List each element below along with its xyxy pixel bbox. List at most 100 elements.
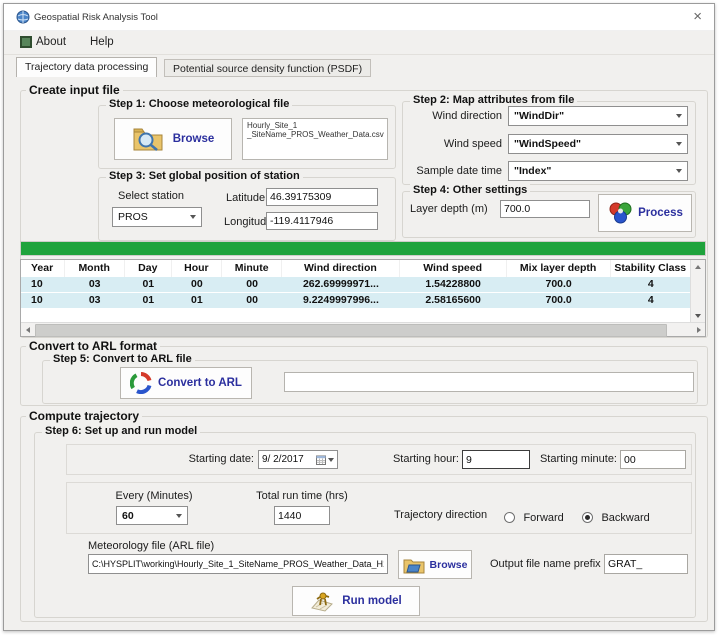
menu-help[interactable]: Help [90, 36, 114, 48]
table-row[interactable]: 10030101009.2249997996...2.58165600700.0… [21, 293, 691, 309]
scroll-right-button[interactable] [692, 323, 705, 336]
step4-title: Step 4: Other settings [410, 184, 530, 196]
weather-data-table: YearMonthDayHourMinuteWind directionWind… [20, 259, 706, 337]
horizontal-scroll-thumb[interactable] [35, 324, 667, 337]
browse-arl-button[interactable]: Browse [398, 550, 472, 579]
step5-title: Step 5: Convert to ARL file [50, 353, 195, 365]
column-header[interactable]: Wind direction [282, 260, 399, 277]
total-run-time-field[interactable] [274, 506, 330, 525]
column-header[interactable]: Mix layer depth [507, 260, 611, 277]
starting-hour-label: Starting hour: [374, 453, 459, 465]
table-cell: 700.0 [507, 293, 611, 308]
run-model-button[interactable]: Run model [292, 586, 420, 616]
app-window: Geospatial Risk Analysis Tool × About He… [3, 3, 715, 631]
column-header[interactable]: Year [21, 260, 65, 277]
menu-divider [4, 54, 714, 55]
station-select-value: PROS [118, 211, 190, 223]
starting-minute-field[interactable] [620, 450, 686, 469]
met-file-line1: Hourly_Site_1 [247, 121, 383, 130]
wind-speed-value: "WindSpeed" [514, 138, 676, 150]
table-progress-bar [20, 241, 706, 256]
table-cell: 4 [611, 277, 691, 292]
table-cell: 01 [172, 293, 222, 308]
column-header[interactable]: Hour [172, 260, 222, 277]
table-row[interactable]: 1003010000262.69999971...1.54228800700.0… [21, 277, 691, 293]
column-header[interactable]: Wind speed [400, 260, 507, 277]
tab-psdf[interactable]: Potential source density function (PSDF) [164, 59, 371, 77]
chevron-down-icon [676, 142, 682, 146]
convert-to-arl-button[interactable]: Convert to ARL [120, 367, 252, 399]
table-cell: 1.54228800 [400, 277, 507, 292]
table-horizontal-scrollbar[interactable] [21, 322, 705, 336]
column-header[interactable]: Stability Class [611, 260, 691, 277]
wind-direction-select[interactable]: "WindDir" [508, 106, 688, 126]
starting-date-picker[interactable]: 9/ 2/2017 [258, 450, 338, 469]
table-header-row: YearMonthDayHourMinuteWind directionWind… [21, 260, 691, 277]
chevron-down-icon [176, 514, 182, 518]
output-prefix-field[interactable] [604, 554, 688, 574]
radio-checked-icon [582, 512, 593, 523]
create-input-file-title: Create input file [26, 83, 123, 97]
starting-date-label: Starting date: [154, 453, 254, 465]
browse-met-file-button[interactable]: Browse [114, 118, 232, 160]
backward-radio[interactable]: Backward [582, 508, 650, 526]
every-minutes-value: 60 [122, 510, 176, 522]
forward-radio[interactable]: Forward [504, 508, 564, 526]
convert-arl-title: Convert to ARL format [26, 339, 160, 353]
menu-about[interactable]: About [36, 36, 66, 48]
table-cell: 4 [611, 293, 691, 308]
latitude-field[interactable] [266, 188, 378, 206]
scroll-left-button[interactable] [21, 323, 34, 336]
met-arl-file-field[interactable] [88, 554, 388, 574]
table-cell: 10 [21, 277, 65, 292]
sample-date-label: Sample date time [402, 165, 502, 177]
arrow-left-icon [26, 327, 30, 333]
chevron-down-icon [676, 114, 682, 118]
process-gears-icon [607, 200, 633, 226]
every-minutes-label: Every (Minutes) [112, 490, 196, 502]
chevron-down-icon [676, 169, 682, 173]
wind-speed-label: Wind speed [402, 138, 502, 150]
total-run-time-label: Total run time (hrs) [250, 490, 354, 502]
every-minutes-select[interactable]: 60 [116, 506, 188, 525]
starting-hour-field[interactable] [462, 450, 530, 469]
step6-title: Step 6: Set up and run model [42, 425, 200, 437]
table-vertical-scrollbar[interactable] [690, 260, 705, 322]
browse-met-file-label: Browse [173, 133, 215, 145]
layer-depth-field[interactable] [500, 200, 590, 218]
calendar-icon [316, 455, 326, 465]
chevron-down-icon [328, 458, 334, 462]
scroll-down-button[interactable] [691, 309, 705, 322]
table-cell: 10 [21, 293, 65, 308]
run-model-label: Run model [342, 595, 401, 607]
sample-date-select[interactable]: "Index" [508, 161, 688, 181]
table-cell: 9.2249997996... [282, 293, 399, 308]
arrow-right-icon [697, 327, 701, 333]
radio-unchecked-icon [504, 512, 515, 523]
table-cell: 2.58165600 [400, 293, 507, 308]
met-arl-file-label: Meteorology file (ARL file) [88, 540, 214, 552]
trajectory-direction-label: Trajectory direction [394, 509, 487, 521]
arrow-down-icon [695, 314, 701, 318]
convert-progress-bar [284, 372, 694, 392]
table-cell: 700.0 [507, 277, 611, 292]
chevron-down-icon [190, 215, 196, 219]
compute-trajectory-title: Compute trajectory [26, 409, 142, 423]
scroll-up-button[interactable] [691, 260, 705, 273]
table-cell: 262.69999971... [282, 277, 399, 292]
convert-to-arl-label: Convert to ARL [158, 377, 242, 389]
column-header[interactable]: Month [65, 260, 125, 277]
table-body: 1003010000262.69999971...1.54228800700.0… [21, 277, 691, 309]
wind-speed-select[interactable]: "WindSpeed" [508, 134, 688, 154]
about-icon [20, 36, 32, 48]
desktop-canvas: Geospatial Risk Analysis Tool × About He… [0, 0, 720, 635]
longitude-field[interactable] [266, 212, 378, 230]
tab-trajectory-data-processing[interactable]: Trajectory data processing [16, 57, 157, 77]
table-cell: 00 [172, 277, 222, 292]
process-button[interactable]: Process [598, 194, 692, 232]
station-select[interactable]: PROS [112, 207, 202, 227]
column-header[interactable]: Minute [222, 260, 282, 277]
close-icon[interactable]: × [693, 8, 702, 25]
table-cell: 01 [125, 277, 172, 292]
column-header[interactable]: Day [125, 260, 172, 277]
